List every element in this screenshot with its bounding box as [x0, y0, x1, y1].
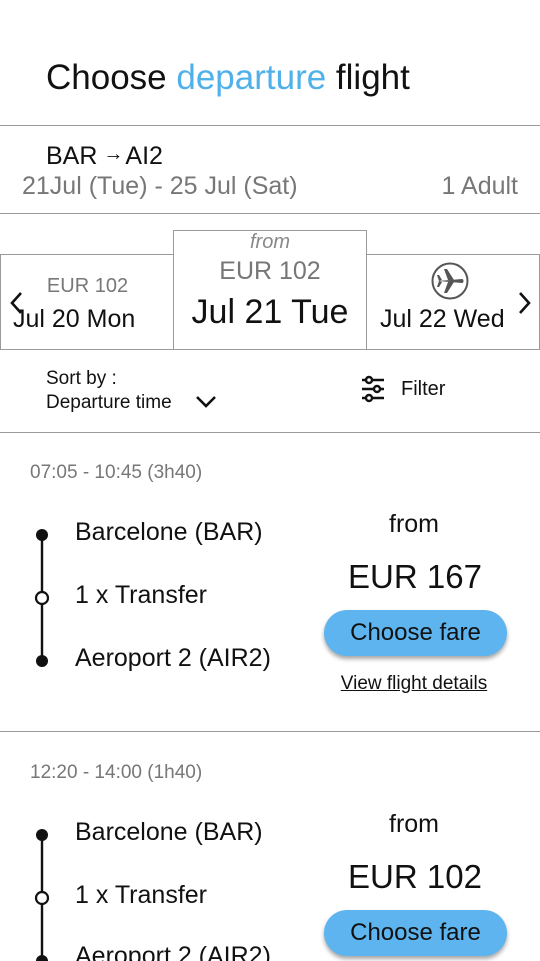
divider [0, 213, 540, 214]
day-option-prev[interactable]: EUR 102 Jul 20 Mon [0, 255, 174, 349]
day-price: EUR 102 [219, 257, 321, 285]
destination-code: AI2 [125, 142, 163, 170]
divider [0, 125, 540, 126]
day-date: Jul 21 Tue [191, 293, 349, 331]
sort-dropdown[interactable]: Sort by : Departure time [46, 367, 172, 415]
sort-value: Departure time [46, 392, 172, 413]
from-label: from [250, 231, 290, 253]
page-title: Choose departure flight [46, 56, 410, 100]
route-timeline-icon [34, 829, 50, 961]
transfer-info: 1 x Transfer [75, 581, 207, 609]
chevron-down-icon[interactable] [194, 392, 218, 412]
view-flight-details-link[interactable]: View flight details [324, 673, 504, 695]
flight-price: EUR 102 [348, 858, 482, 895]
filter-icon[interactable] [360, 375, 386, 403]
flight-selection-screen: Choose departure flight BAR →AI2 21Jul (T… [0, 0, 540, 961]
chevron-left-icon[interactable] [6, 288, 26, 318]
title-accent: departure [176, 58, 327, 97]
origin-code: BAR [46, 142, 98, 170]
day-date: Jul 20 Mon [13, 305, 136, 333]
route-summary: BAR →AI2 [46, 141, 163, 173]
flight-price: EUR 167 [348, 558, 482, 595]
plane-icon [431, 262, 469, 300]
arrival-airport: Aeroport 2 (AIR2) [75, 942, 271, 961]
sort-label: Sort by : [46, 368, 117, 389]
choose-fare-button[interactable]: Choose fare [324, 910, 507, 956]
departure-airport: Barcelone (BAR) [75, 818, 263, 846]
passenger-count: 1 Adult [441, 172, 518, 200]
arrival-airport: Aeroport 2 (AIR2) [75, 644, 271, 672]
flight-card: 07:05 - 10:45 (3h40) Barcelone (BAR) 1 x… [0, 432, 540, 732]
title-suffix: flight [326, 58, 410, 97]
trip-dates: 21Jul (Tue) - 25 Jul (Sat) [22, 172, 298, 200]
flight-time: 12:20 - 14:00 (1h40) [30, 762, 203, 783]
from-label: from [389, 510, 439, 538]
route-timeline-icon [34, 529, 50, 667]
choose-fare-button[interactable]: Choose fare [324, 610, 507, 656]
day-option-selected[interactable]: from EUR 102 Jul 21 Tue [173, 230, 367, 350]
filter-button[interactable]: Filter [401, 377, 445, 401]
title-prefix: Choose [46, 58, 177, 97]
arrow-right-icon: → [103, 143, 124, 165]
flight-card: 12:20 - 14:00 (1h40) Barcelone (BAR) 1 x… [0, 732, 540, 961]
departure-airport: Barcelone (BAR) [75, 518, 263, 546]
flight-time: 07:05 - 10:45 (3h40) [30, 462, 203, 483]
chevron-right-icon[interactable] [515, 288, 535, 318]
from-label: from [389, 810, 439, 838]
day-price: EUR 102 [46, 275, 129, 297]
transfer-info: 1 x Transfer [75, 881, 207, 909]
